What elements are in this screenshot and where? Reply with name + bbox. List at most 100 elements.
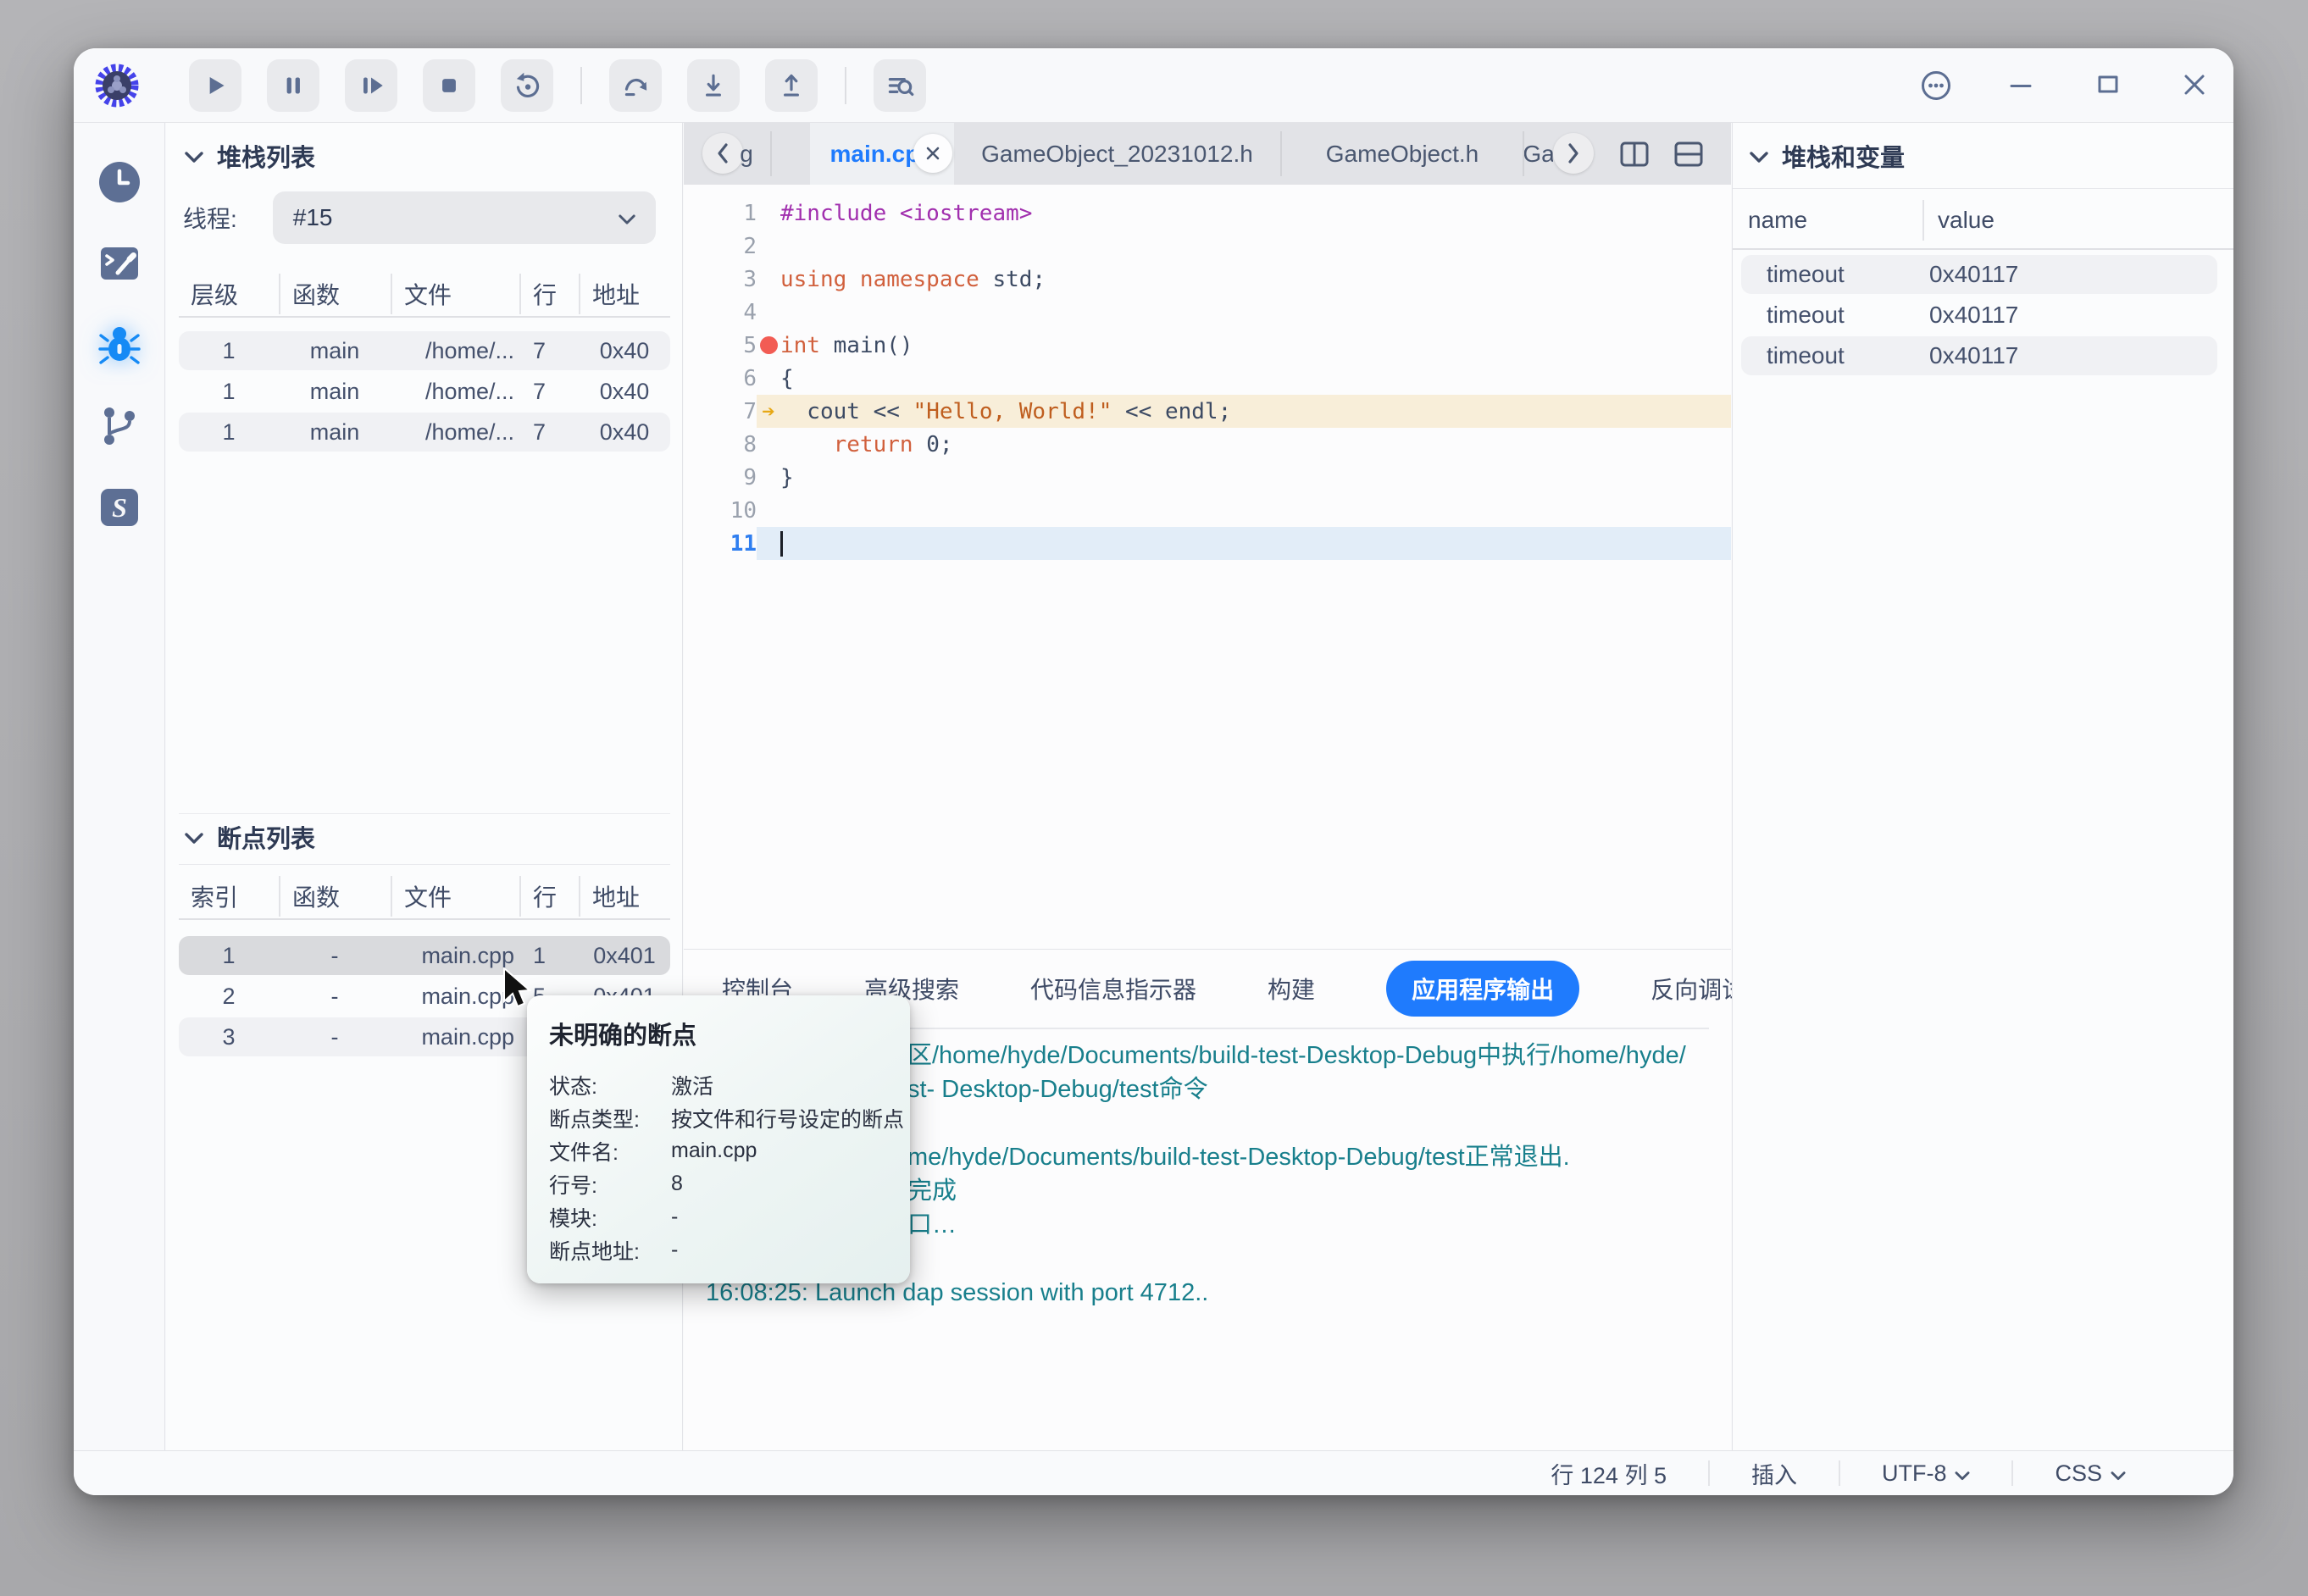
code-line[interactable]: 2 [684, 230, 1731, 263]
code-line[interactable]: 1#include <iostream> [684, 197, 1731, 230]
code-editor[interactable]: 1#include <iostream> 2 3using namespace st… [684, 185, 1731, 949]
step-over-button[interactable] [609, 59, 662, 112]
code-line[interactable]: 11 [684, 527, 1731, 560]
thread-select[interactable]: #15 [273, 191, 656, 244]
variables-header[interactable]: 堆栈和变量 [1750, 138, 1905, 174]
input-mode[interactable]: 插入 [1710, 1457, 1839, 1490]
column-header[interactable]: 函数 [279, 876, 391, 917]
stack-row[interactable]: 1 main /home/... 7 0x40 [179, 331, 670, 370]
tooltip-field-label: 断点类型: [549, 1103, 671, 1133]
code-line[interactable]: 8 return 0; [684, 428, 1731, 461]
step-next-button[interactable] [345, 59, 397, 112]
git-branch-icon[interactable] [96, 402, 143, 450]
divider [1733, 248, 2233, 250]
line-number[interactable]: 10 [684, 498, 757, 524]
code-line[interactable]: 7➔ cout << "Hello, World!" << endl; [684, 395, 1731, 428]
variable-row[interactable]: timeout 0x40117 [1741, 296, 2217, 335]
tooltip-field-value: main.cpp [671, 1139, 888, 1163]
line-number[interactable]: 2 [684, 234, 757, 259]
variable-row[interactable]: timeout 0x40117 [1741, 336, 2217, 375]
line-number[interactable]: 7 [684, 399, 757, 424]
cell-line: 7 [519, 379, 579, 405]
restart-button[interactable] [501, 59, 553, 112]
tab-close-icon[interactable] [913, 134, 952, 173]
titlebar [74, 48, 2233, 123]
column-header[interactable]: 索引 [179, 876, 279, 917]
collapse-chevron-icon [185, 142, 203, 170]
line-number[interactable]: 11 [684, 531, 757, 557]
tabs-scroll-right-button[interactable] [1553, 133, 1594, 174]
split-vertical-icon[interactable] [1619, 139, 1650, 169]
step-out-button[interactable] [765, 59, 818, 112]
tab-build[interactable]: 构建 [1268, 972, 1315, 1006]
stack-row[interactable]: 1 main /home/... 7 0x40 [179, 413, 670, 452]
tooltip-field-value: 按文件和行号设定的断点 [671, 1103, 904, 1133]
stack-list-header[interactable]: 堆栈列表 [185, 138, 315, 174]
pause-button[interactable] [267, 59, 319, 112]
debug-bug-icon[interactable] [96, 321, 143, 369]
variable-row[interactable]: timeout 0x40117 [1741, 255, 2217, 294]
cell-level: 1 [179, 379, 279, 405]
tab-gameobject-20231012-h[interactable]: GameObject_20231012.h [954, 123, 1280, 185]
step-into-button[interactable] [687, 59, 740, 112]
terminal-editor-icon[interactable] [96, 240, 143, 287]
mouse-cursor [502, 967, 535, 1011]
code-line[interactable]: 9} [684, 461, 1731, 494]
encoding-select[interactable]: UTF-8 [1840, 1460, 2012, 1487]
tab-code-indicators[interactable]: 代码信息指示器 [1030, 972, 1196, 1006]
more-options-button[interactable] [1920, 69, 1952, 102]
tab-app-output[interactable]: 应用程序输出 [1386, 961, 1579, 1017]
cell-file: main.cpp [391, 943, 519, 969]
tab-clipped-left[interactable]: g [723, 123, 770, 185]
history-clock-icon[interactable] [96, 158, 143, 206]
column-header[interactable]: 行 [519, 876, 579, 917]
breakpoint-row[interactable]: 1 - main.cpp 1 0x401 [179, 936, 670, 975]
line-number[interactable]: 4 [684, 300, 757, 325]
code-line[interactable]: 5int main() [684, 329, 1731, 362]
search-in-files-button[interactable] [874, 59, 926, 112]
column-header[interactable]: 文件 [391, 876, 519, 917]
code-line[interactable]: 6{ [684, 362, 1731, 395]
thread-row: 线程: #15 [183, 191, 656, 244]
continue-button[interactable] [189, 59, 241, 112]
split-horizontal-icon[interactable] [1673, 139, 1704, 169]
gutter-marker[interactable] [757, 336, 780, 354]
line-number[interactable]: 3 [684, 267, 757, 292]
execution-arrow-icon[interactable]: ➔ [757, 399, 780, 424]
column-header[interactable]: 地址 [579, 274, 670, 314]
cell-address: 0x40 [579, 379, 670, 405]
line-number[interactable]: 5 [684, 333, 757, 358]
tab-gameobject-h[interactable]: GameObject.h [1282, 123, 1523, 185]
line-number[interactable]: 9 [684, 465, 757, 490]
tab-clipped-right[interactable]: Ga [1524, 123, 1553, 185]
code-token: 0; [913, 432, 953, 457]
minimize-button[interactable] [2006, 69, 2039, 102]
column-header[interactable]: value [1922, 200, 2219, 241]
code-line[interactable]: 3using namespace std; [684, 263, 1731, 296]
toolbar-separator [580, 67, 582, 104]
code-line[interactable]: 4 [684, 296, 1731, 329]
editor-tabbar: g main.cpp GameObject_20231012.h GameObj… [684, 123, 1731, 185]
close-button[interactable] [2179, 69, 2211, 102]
maximize-button[interactable] [2093, 69, 2125, 102]
column-header[interactable]: 文件 [391, 274, 519, 314]
tooltip-field-value: - [671, 1238, 888, 1262]
column-header[interactable]: name [1748, 200, 1922, 241]
code-line[interactable]: 10 [684, 494, 1731, 527]
cell-file: /home/... [391, 419, 519, 446]
breakpoint-list-header[interactable]: 断点列表 [185, 819, 315, 855]
stack-row[interactable]: 1 main /home/... 7 0x40 [179, 372, 670, 411]
column-header[interactable]: 地址 [579, 876, 670, 917]
status-bar: 行 124 列 5 插入 UTF-8 CSS [74, 1450, 2233, 1495]
column-header[interactable]: 函数 [279, 274, 391, 314]
column-header[interactable]: 层级 [179, 274, 279, 314]
language-select[interactable]: CSS [2013, 1460, 2167, 1487]
s-logo-icon[interactable]: S [96, 484, 143, 531]
text-cursor [780, 531, 783, 557]
cell-name: timeout [1741, 302, 1916, 329]
column-header[interactable]: 行 [519, 274, 579, 314]
line-number[interactable]: 1 [684, 201, 757, 226]
line-number[interactable]: 6 [684, 366, 757, 391]
stop-button[interactable] [423, 59, 475, 112]
line-number[interactable]: 8 [684, 432, 757, 457]
